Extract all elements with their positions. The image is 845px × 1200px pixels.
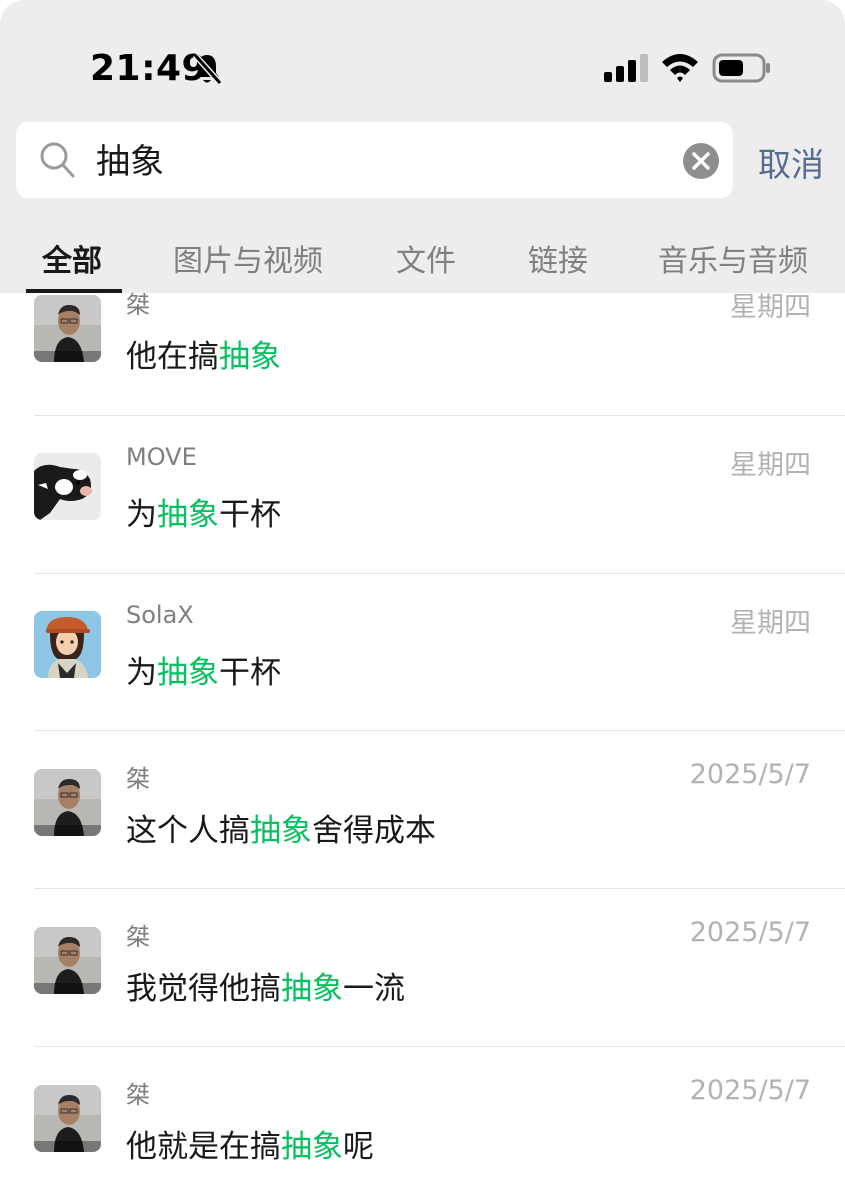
- status-time: 21:49: [90, 48, 208, 89]
- divider: [34, 415, 845, 416]
- message-date: 2025/5/7: [689, 759, 811, 790]
- avatar: [34, 927, 101, 994]
- sender-name: 桀: [126, 765, 150, 793]
- tab-links[interactable]: 链接: [528, 236, 588, 280]
- message-date: 2025/5/7: [689, 917, 811, 948]
- message-preview: 为抽象干杯: [126, 497, 281, 533]
- bell-muted-icon: [192, 53, 222, 85]
- divider: [34, 888, 845, 889]
- cancel-button[interactable]: 取消: [758, 138, 824, 186]
- sender-name: 桀: [126, 923, 150, 951]
- avatar: [34, 1085, 101, 1152]
- tab-all[interactable]: 全部: [42, 236, 102, 280]
- keyword-highlight: 抽象: [157, 497, 219, 533]
- message-preview: 他在搞抽象: [126, 339, 281, 375]
- battery-icon: [712, 53, 770, 83]
- sender-name: MOVE: [126, 443, 197, 471]
- wifi-icon: [662, 54, 698, 82]
- divider: [34, 730, 845, 731]
- list-item[interactable]: 桀 2025/5/7 我觉得他搞抽象一流: [0, 917, 845, 1083]
- list-item[interactable]: 桀 星期四 他在搞抽象: [0, 293, 845, 451]
- search-results-list: 桀 星期四 他在搞抽象 MOVE 星期四 为抽象干杯 SolaX 星期四 为抽象…: [0, 293, 845, 1200]
- cellular-signal-icon: [604, 54, 648, 82]
- keyword-highlight: 抽象: [281, 1129, 343, 1165]
- list-item[interactable]: SolaX 星期四 为抽象干杯: [0, 601, 845, 767]
- status-bar: 21:49: [0, 0, 845, 110]
- avatar: [34, 611, 101, 678]
- keyword-highlight: 抽象: [281, 971, 343, 1007]
- avatar: [34, 295, 101, 362]
- list-item[interactable]: 桀 2025/5/7 他就是在搞抽象呢: [0, 1075, 845, 1200]
- message-date: 星期四: [730, 608, 811, 639]
- sender-name: 桀: [126, 1081, 150, 1109]
- keyword-highlight: 抽象: [157, 655, 219, 691]
- list-item[interactable]: 桀 2025/5/7 这个人搞抽象舍得成本: [0, 759, 845, 925]
- message-date: 星期四: [730, 293, 811, 323]
- list-item[interactable]: MOVE 星期四 为抽象干杯: [0, 443, 845, 609]
- tab-images-videos[interactable]: 图片与视频: [173, 236, 323, 280]
- message-preview: 为抽象干杯: [126, 655, 281, 691]
- message-preview: 我觉得他搞抽象一流: [126, 971, 405, 1007]
- tab-music-audio[interactable]: 音乐与音频: [658, 236, 808, 280]
- clear-search-icon[interactable]: [682, 142, 720, 180]
- divider: [34, 573, 845, 574]
- avatar: [34, 769, 101, 836]
- message-date: 2025/5/7: [689, 1075, 811, 1106]
- divider: [34, 1046, 845, 1047]
- sender-name: SolaX: [126, 601, 194, 629]
- tab-files[interactable]: 文件: [396, 236, 456, 280]
- search-header: 21:49 取消: [0, 0, 845, 293]
- keyword-highlight: 抽象: [219, 339, 281, 375]
- message-date: 星期四: [730, 450, 811, 481]
- message-preview: 他就是在搞抽象呢: [126, 1129, 374, 1165]
- message-preview: 这个人搞抽象舍得成本: [126, 813, 436, 849]
- sender-name: 桀: [126, 293, 150, 319]
- avatar: [34, 453, 101, 520]
- search-icon: [40, 142, 75, 178]
- keyword-highlight: 抽象: [250, 813, 312, 849]
- search-input[interactable]: [96, 138, 656, 178]
- filter-tabs: 全部 图片与视频 文件 链接 音乐与音频: [0, 236, 845, 293]
